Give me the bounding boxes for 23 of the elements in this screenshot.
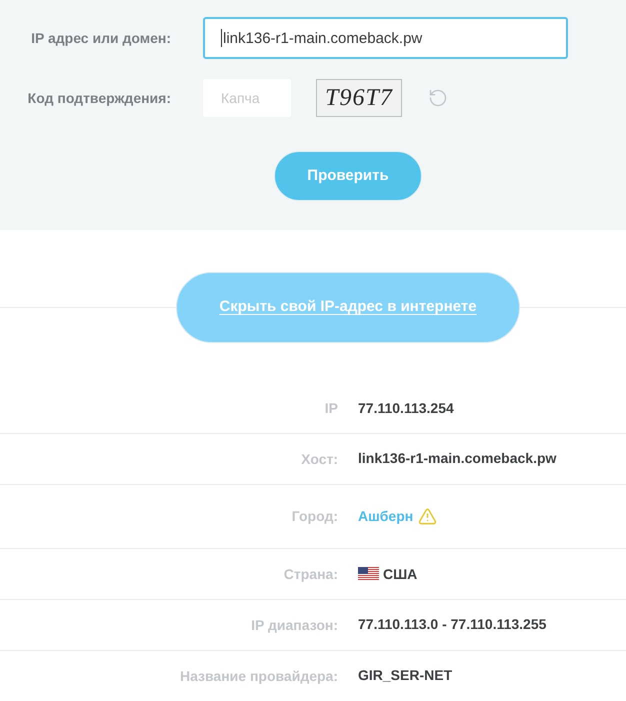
captcha-input[interactable]: Капча — [203, 79, 291, 117]
info-label: Страна: — [284, 564, 338, 584]
info-value: 77.110.113.0 - 77.110.113.255 — [358, 616, 546, 632]
hide-ip-button[interactable]: Скрыть свой IP-адрес в интернете — [176, 272, 520, 343]
info-value: США — [383, 564, 418, 584]
info-label: Город: — [292, 507, 338, 526]
warning-icon — [418, 507, 438, 526]
field-label: IP адрес или домен: — [31, 28, 171, 48]
field-label: Код подтверждения: — [28, 88, 171, 108]
refresh-icon[interactable] — [428, 88, 448, 108]
info-value: link136-r1-main.comeback.pw — [358, 450, 556, 466]
info-label: Название провайдера: — [180, 666, 338, 686]
info-label: IP диапазон: — [251, 616, 338, 635]
city-link[interactable]: Ашберн — [358, 506, 414, 527]
info-label: IP — [324, 399, 338, 418]
check-button[interactable]: Проверить — [274, 151, 422, 201]
info-value: GIR_SER-NET — [358, 667, 452, 683]
domain-input[interactable]: link136-r1-main.comeback.pw — [203, 17, 568, 59]
info-value: 77.110.113.254 — [358, 400, 454, 416]
text-cursor — [221, 29, 222, 47]
captcha-image: T96T7 — [316, 79, 402, 117]
info-label: Хост: — [301, 450, 338, 468]
us-flag-icon — [358, 567, 379, 581]
